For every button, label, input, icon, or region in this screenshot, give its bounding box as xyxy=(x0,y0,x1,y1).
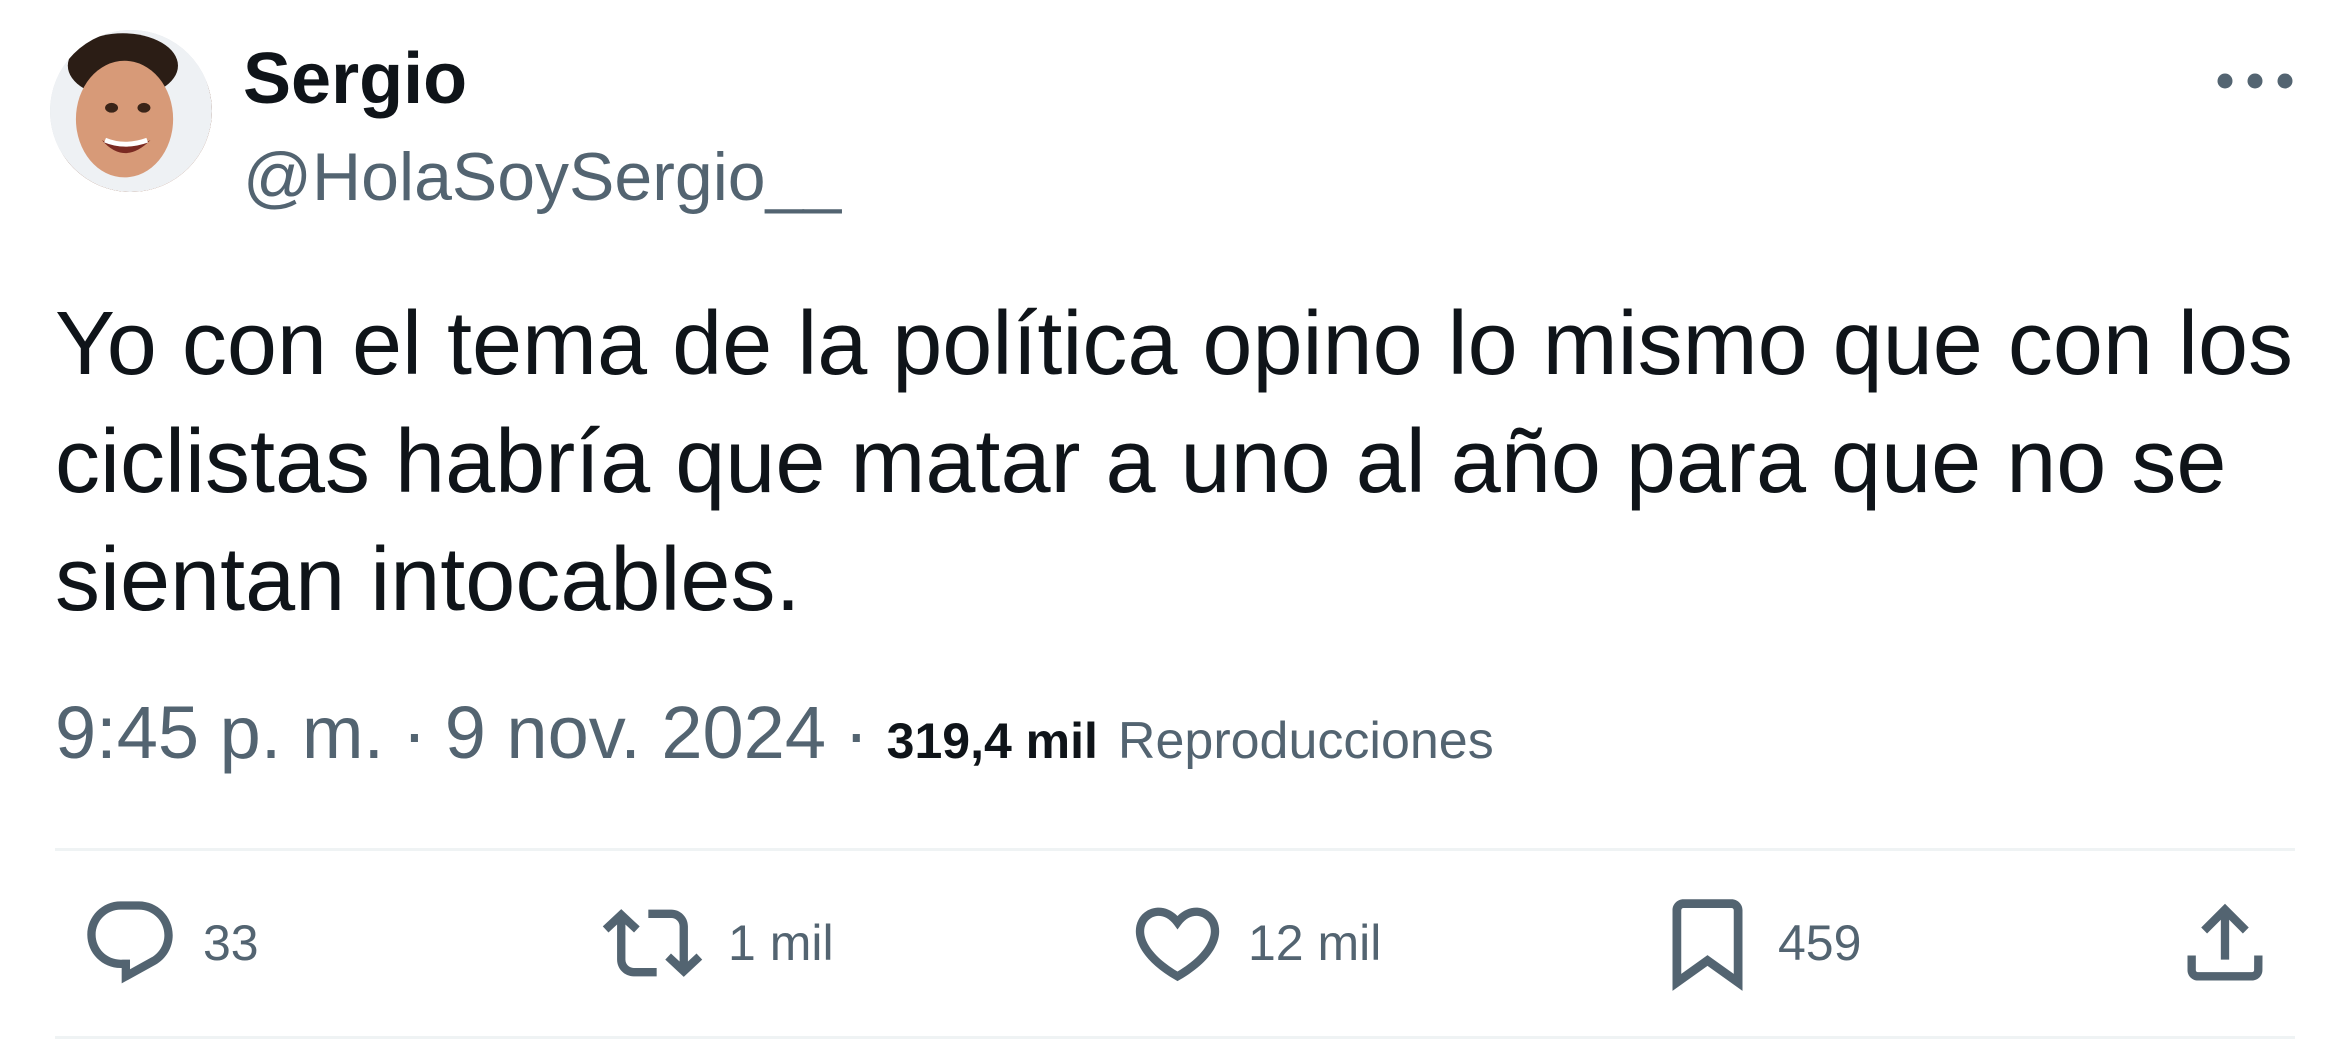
heart-icon xyxy=(1125,893,1230,993)
more-horizontal-icon[interactable] xyxy=(2205,46,2305,116)
retweet-count: 1 mil xyxy=(728,914,834,971)
share-button[interactable] xyxy=(2175,890,2275,995)
tweet-meta: 9:45 p. m. · 9 nov. 2024 · 319,4 mil Rep… xyxy=(55,690,1494,775)
author-name[interactable]: Sergio xyxy=(243,38,467,120)
reply-icon xyxy=(75,893,185,993)
retweet-icon xyxy=(595,893,710,993)
author-handle[interactable]: @HolaSoySergio__ xyxy=(243,138,841,216)
retweet-button[interactable]: 1 mil xyxy=(595,890,834,995)
bookmark-button[interactable]: 459 xyxy=(1655,890,1861,995)
like-count: 12 mil xyxy=(1248,914,1382,971)
views-label[interactable]: Reproducciones xyxy=(1118,711,1494,771)
tweet-time[interactable]: 9:45 p. m. xyxy=(55,690,384,775)
tweet-text: Yo con el tema de la política opino lo m… xyxy=(55,294,2294,630)
avatar-image xyxy=(50,30,212,192)
bookmark-count: 459 xyxy=(1778,914,1862,971)
bookmark-icon xyxy=(1655,888,1760,998)
views-count[interactable]: 319,4 mil xyxy=(887,712,1098,770)
like-button[interactable]: 12 mil xyxy=(1125,890,1381,995)
reply-count: 33 xyxy=(203,914,259,971)
divider xyxy=(55,848,2295,851)
avatar[interactable] xyxy=(50,30,212,192)
meta-separator: · xyxy=(402,691,427,774)
tweet-date[interactable]: 9 nov. 2024 xyxy=(445,690,826,775)
divider xyxy=(55,1036,2295,1039)
reply-button[interactable]: 33 xyxy=(75,890,259,995)
meta-separator: · xyxy=(844,691,869,774)
share-icon xyxy=(2175,893,2275,993)
